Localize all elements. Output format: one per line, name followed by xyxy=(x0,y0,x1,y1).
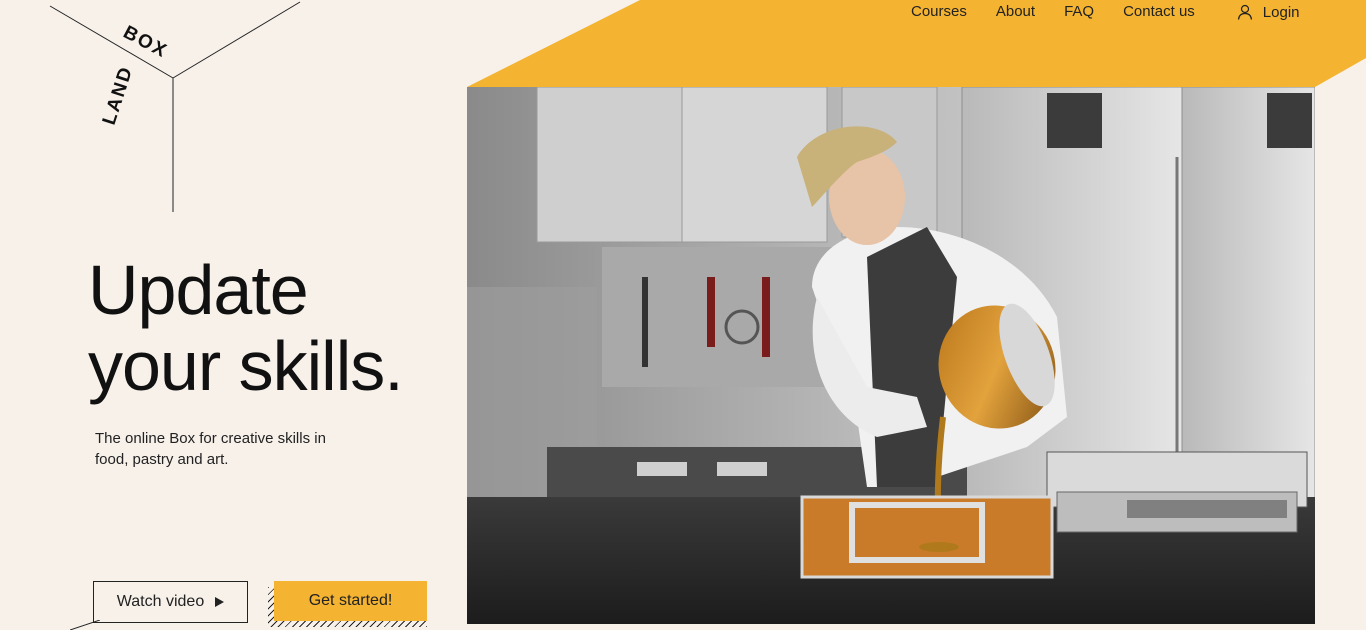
hero-subtitle: The online Box for creative skills in fo… xyxy=(95,430,326,468)
login-link[interactable]: Login xyxy=(1237,4,1300,21)
watch-video-label: Watch video xyxy=(116,593,205,610)
kitchen-illustration xyxy=(467,87,1315,624)
get-started-wrapper: Get started! xyxy=(268,581,427,627)
hero-title-line-1: Update xyxy=(88,251,309,329)
nav-link-faq[interactable]: FAQ xyxy=(1064,2,1094,22)
hero-title: Update your skills. xyxy=(88,251,404,405)
login-label: Login xyxy=(1262,3,1300,21)
decorative-line xyxy=(70,620,100,630)
hero-photo xyxy=(467,87,1315,624)
nav-link-courses[interactable]: Courses xyxy=(911,2,967,22)
brand-logo[interactable]: LAND BOX xyxy=(92,8,182,138)
hero-title-line-2: your skills. xyxy=(88,327,404,405)
user-icon xyxy=(1237,4,1252,20)
get-started-button[interactable]: Get started! xyxy=(274,581,427,621)
top-navigation: Courses About FAQ Contact us Login xyxy=(900,0,1300,24)
svg-text:BOX: BOX xyxy=(120,22,172,63)
play-icon xyxy=(215,597,225,607)
nav-link-about[interactable]: About xyxy=(996,2,1035,22)
svg-text:LAND: LAND xyxy=(99,63,138,127)
nav-link-contact[interactable]: Contact us xyxy=(1123,2,1195,22)
watch-video-button[interactable]: Watch video xyxy=(93,581,248,623)
